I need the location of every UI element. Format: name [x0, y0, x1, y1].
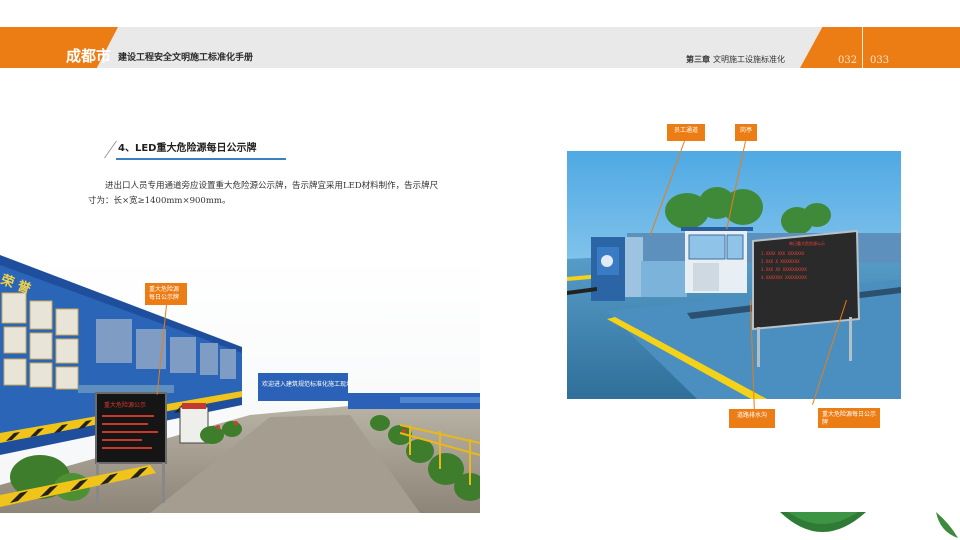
- board-title-3d: 每日重大危险源公示: [789, 240, 825, 246]
- page-number-right: 033: [870, 55, 890, 66]
- leaf-decoration-small: [930, 510, 960, 540]
- manual-title: 建设工程安全文明施工标准化手册: [118, 53, 254, 63]
- section-title: 4、LED重大危险源每日公示牌: [118, 143, 257, 154]
- site-entrance-photo: 荣 誉 重大危险源公示 欢迎进入建筑规范标准化施工现场: [0, 255, 480, 513]
- chapter-subtitle: 文明施工设施标准化: [713, 55, 785, 64]
- led-board-text: 重大危险源公示: [104, 401, 146, 409]
- chapter-label: 第三章: [686, 55, 710, 64]
- leaf-decoration: [778, 512, 866, 540]
- callout-staff-passage: 员工通道: [667, 124, 705, 141]
- section-body: 进出口人员专用通道旁应设置重大危险源公示牌，告示牌宜采用LED材料制作，告示牌尺…: [88, 181, 439, 206]
- city-logo: 成都市: [66, 47, 112, 65]
- board-line-1: 1.XXXX XXX XXXXXXX: [761, 251, 805, 256]
- board-line-3: 3.XXX XX XXXXXXXXXX: [761, 267, 807, 272]
- page-number-left: 032: [838, 55, 858, 66]
- left-callout-label: 重大危险源每日公示牌: [145, 283, 187, 305]
- page-number-divider: [862, 27, 863, 68]
- callout-led-board: 重大危险源每日公示牌: [818, 408, 880, 428]
- section-heading: 4、LED重大危险源每日公示牌: [100, 138, 286, 162]
- heading-underline: [116, 158, 286, 160]
- board-line-2: 2.XXX X XXXXXXXX: [761, 259, 800, 264]
- callout-road-drain: 道路排水沟: [729, 409, 775, 428]
- welcome-banner: 欢迎进入建筑规范标准化施工现场: [262, 380, 352, 388]
- callout-guard-booth: 岗亭: [735, 124, 757, 141]
- board-line-4: 4.XXXXXXX XXXXXXXXX: [761, 275, 807, 280]
